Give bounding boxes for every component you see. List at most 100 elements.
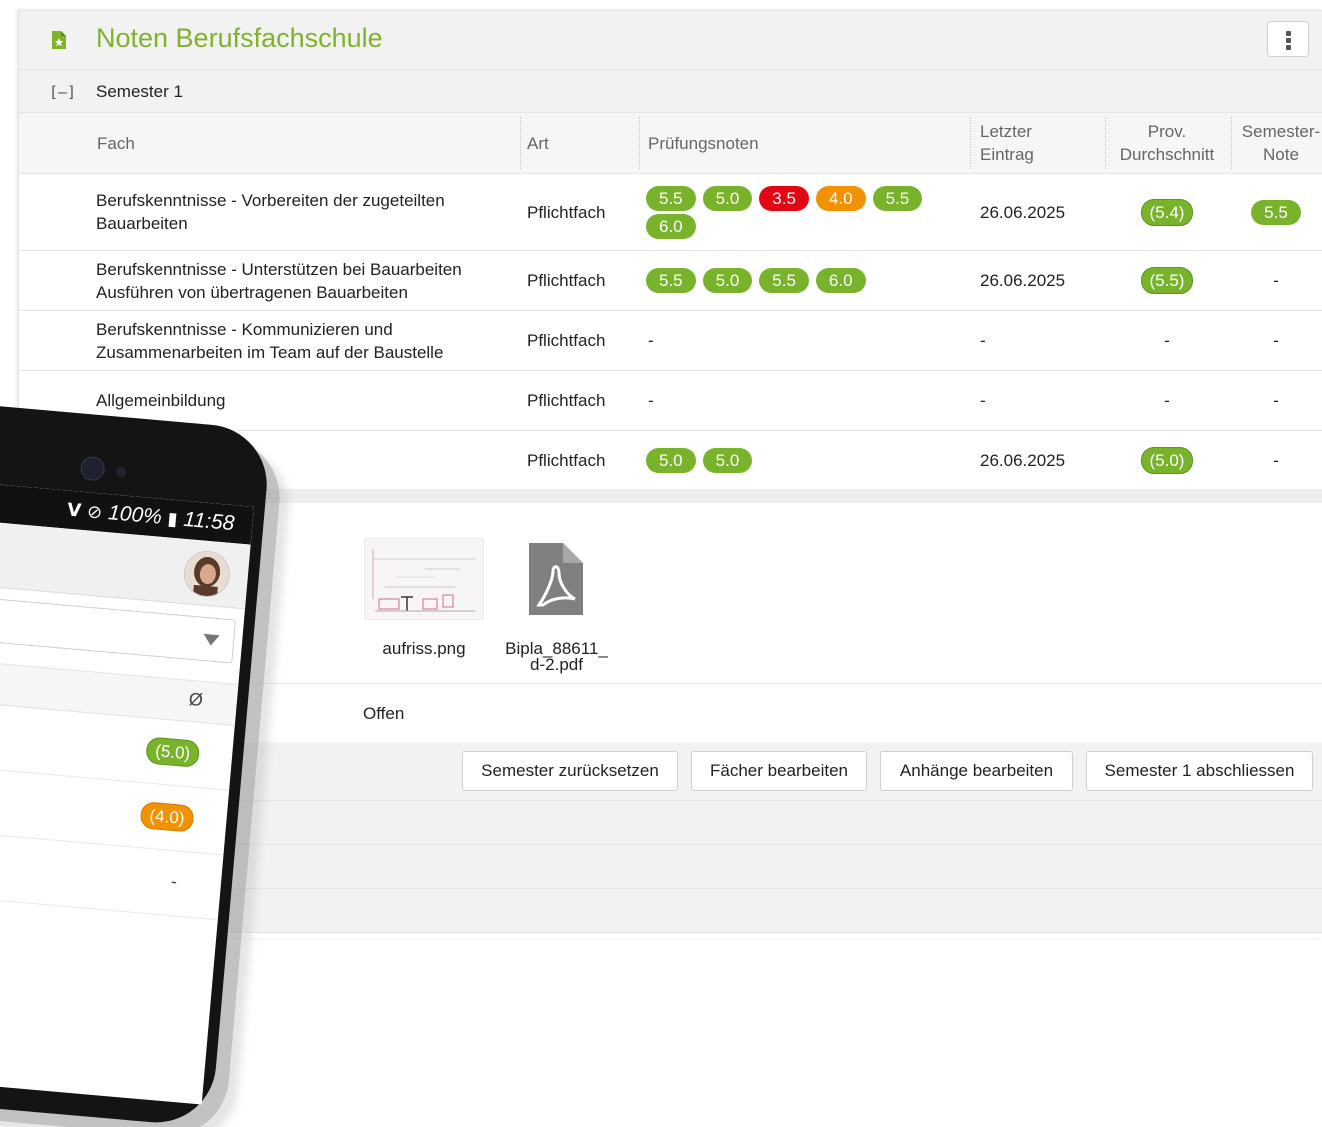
- average-badge: (5.0): [1140, 446, 1194, 474]
- grade-badge[interactable]: 5.5: [646, 185, 696, 211]
- document-star-icon: [52, 31, 66, 49]
- last-entry-date: 26.06.2025: [980, 202, 1066, 222]
- sensor-icon: [116, 466, 127, 478]
- subject-line: Berufskenntnisse - Vorbereiten der zuget…: [96, 191, 445, 210]
- semester-grade: -: [1273, 391, 1279, 410]
- col-semester-line1: Semester-: [1241, 122, 1321, 141]
- grade-badge[interactable]: 5.5: [646, 268, 696, 293]
- subject-name: Berufskenntnisse - Kommunizieren und Zus…: [96, 311, 443, 370]
- subject-line: Ausführen von übertragenen Bauarbeiten: [96, 282, 408, 302]
- image-thumbnail[interactable]: [364, 538, 484, 620]
- panel-header: Noten Berufsfachschule: [19, 11, 1322, 70]
- edit-attachments-button[interactable]: Anhänge bearbeiten: [880, 751, 1073, 791]
- grade-badge[interactable]: 5.0: [646, 447, 696, 473]
- average-badge: (5.5): [1140, 267, 1194, 294]
- subject-line: Berufskenntnisse - Unterstützen bei Baua…: [96, 259, 462, 279]
- col-prov-durchschnitt: Prov. Durchschnitt: [1107, 113, 1227, 173]
- camera-icon: [79, 455, 106, 482]
- average-column-header: Ø: [188, 688, 204, 711]
- semester-grade: -: [1273, 331, 1279, 350]
- average-badge: (5.4): [1140, 198, 1194, 226]
- table-row[interactable]: Berufskenntnisse - Kommunizieren und Zus…: [19, 311, 1322, 371]
- grade-badge[interactable]: 4.0: [815, 185, 866, 211]
- attachment-name-line: d-2.pdf: [530, 655, 583, 674]
- average-empty: -: [170, 871, 178, 892]
- col-letzter-line2: Eintrag: [980, 145, 1034, 164]
- page-title: Noten Berufsfachschule: [96, 23, 383, 53]
- grade-badge[interactable]: 5.5: [759, 268, 809, 293]
- col-letzter-eintrag: Letzter Eintrag: [980, 113, 1034, 173]
- semester-grade-badge: 5.5: [1251, 199, 1301, 225]
- attachment-name[interactable]: Bipla_88611_ d-2.pdf: [499, 640, 614, 674]
- chevron-down-icon[interactable]: [202, 633, 220, 647]
- subject-type: Pflichtfach: [527, 202, 606, 222]
- provisional-average: (5.4): [1107, 174, 1227, 250]
- grade-badge[interactable]: 6.0: [646, 213, 696, 239]
- col-semester-line2: Note: [1263, 145, 1299, 164]
- exam-grades: -: [648, 331, 654, 350]
- subject-name: Berufskenntnisse - Vorbereiten der zuget…: [96, 174, 445, 250]
- last-entry-date: 26.06.2025: [980, 450, 1066, 470]
- battery-level: 100%: [107, 501, 163, 529]
- subject-line: Berufskenntnisse - Kommunizieren und: [96, 319, 393, 339]
- semester-grade: -: [1273, 450, 1279, 470]
- subject-name: Berufskenntnisse - Unterstützen bei Baua…: [96, 251, 462, 310]
- collapse-icon[interactable]: [–]: [49, 83, 76, 101]
- grade-badge[interactable]: 5.0: [702, 447, 753, 473]
- col-pruefungsnoten: Prüfungsnoten: [648, 133, 759, 153]
- exam-grades: 5.5 5.0 5.5 6.0: [646, 251, 946, 310]
- edit-subjects-button[interactable]: Fächer bearbeiten: [691, 751, 867, 791]
- user-avatar-icon: [183, 550, 231, 598]
- phone-time: 11:58: [182, 507, 236, 536]
- grade-badge[interactable]: 3.5: [759, 185, 809, 211]
- drawing-preview-icon: [372, 549, 475, 612]
- semester-grade: -: [1273, 271, 1279, 290]
- last-entry-date: -: [980, 331, 986, 350]
- subject-type: Pflichtfach: [527, 391, 606, 410]
- provisional-average: -: [1164, 331, 1170, 350]
- grade-badge[interactable]: 6.0: [815, 268, 866, 293]
- table-row[interactable]: Allgemeinbildung Pflichtfach - - - -: [19, 371, 1322, 431]
- provisional-average: (5.5): [1107, 251, 1227, 310]
- semester-label: Semester 1: [96, 82, 183, 101]
- col-fach: Fach: [97, 133, 135, 153]
- kebab-dot-icon: [1286, 31, 1291, 36]
- subject-type: Pflichtfach: [527, 271, 606, 290]
- kebab-dot-icon: [1286, 38, 1291, 43]
- col-semester-note: Semester- Note: [1235, 113, 1322, 173]
- attachment-name[interactable]: aufriss.png: [359, 640, 489, 657]
- pdf-file-icon[interactable]: [529, 543, 583, 615]
- exam-grades: -: [648, 391, 654, 410]
- last-entry-date: 26.06.2025: [980, 271, 1066, 290]
- semester-grade: 5.5: [1231, 174, 1321, 250]
- col-art: Art: [527, 133, 549, 153]
- phone-screen: 𝗩 ⊘ 100% ▮ 11:58 Ø (5.0) (4.0) -: [0, 478, 254, 1105]
- do-not-disturb-icon: ⊘: [86, 500, 104, 523]
- col-letzter-line1: Letzter: [980, 122, 1032, 141]
- grade-badge[interactable]: 5.0: [702, 268, 753, 293]
- grade-badge[interactable]: 5.5: [872, 185, 923, 211]
- grade-badge[interactable]: 5.0: [702, 185, 753, 211]
- avatar[interactable]: [181, 549, 232, 599]
- subject-type: Pflichtfach: [527, 450, 606, 470]
- table-header: Fach Art Prüfungsnoten Letzter Eintrag P…: [19, 113, 1322, 174]
- subject-type: Pflichtfach: [527, 331, 606, 350]
- average-badge: (4.0): [139, 801, 195, 833]
- provisional-average: -: [1164, 391, 1170, 410]
- exam-grades: 5.5 5.0 3.5 4.0 5.5 6.0: [646, 174, 946, 250]
- provisional-average: (5.0): [1107, 431, 1227, 489]
- phone-mockup: 𝗩 ⊘ 100% ▮ 11:58 Ø (5.0) (4.0) -: [0, 400, 272, 1127]
- table-row[interactable]: Berufskenntnisse - Vorbereiten der zuget…: [19, 174, 1322, 251]
- col-prov-line2: Durchschnitt: [1119, 145, 1215, 164]
- subject-line: Zusammenarbeiten im Team auf der Baustel…: [96, 342, 444, 362]
- kebab-dot-icon: [1286, 45, 1291, 50]
- close-semester-button[interactable]: Semester 1 abschliessen: [1086, 751, 1313, 791]
- battery-icon: ▮: [166, 507, 179, 529]
- more-options-button[interactable]: [1267, 21, 1309, 57]
- table-row[interactable]: Berufskenntnisse - Unterstützen bei Baua…: [19, 251, 1322, 311]
- last-entry-date: -: [980, 391, 986, 410]
- average-badge: (5.0): [145, 736, 201, 768]
- semester-header[interactable]: [–] Semester 1: [19, 70, 1322, 113]
- wifi-icon: 𝗩: [66, 499, 83, 521]
- reset-semester-button[interactable]: Semester zurücksetzen: [462, 751, 678, 791]
